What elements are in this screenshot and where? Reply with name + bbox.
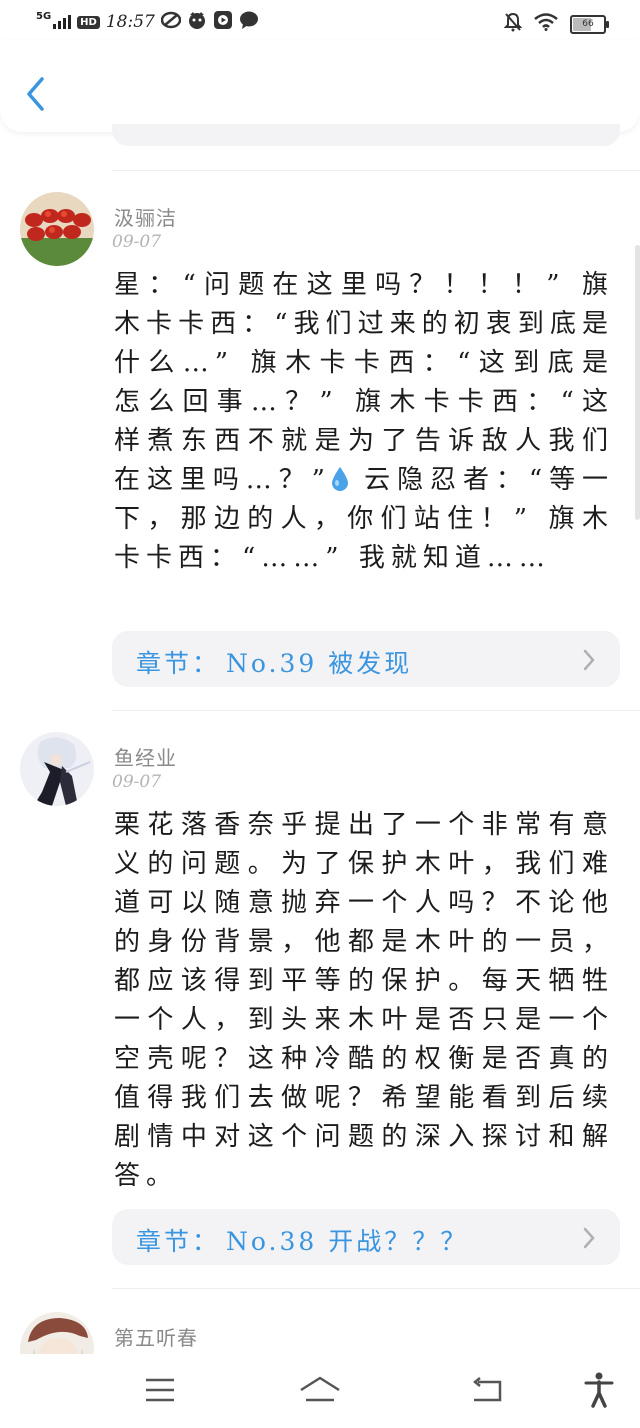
- water-drop-icon: [331, 467, 348, 491]
- home-button[interactable]: [298, 1376, 342, 1410]
- video-notification-icon: [213, 10, 233, 34]
- username[interactable]: 汲骊洁: [114, 202, 177, 231]
- top-bar: [0, 40, 640, 132]
- back-button[interactable]: [22, 74, 48, 114]
- scrollbar[interactable]: [635, 245, 640, 520]
- comment-date: 09-07: [112, 232, 162, 252]
- face-notification-icon: [187, 10, 207, 34]
- wifi-icon: [534, 13, 558, 35]
- chapter-label: 章节： No.39 被发现: [136, 644, 412, 680]
- clock: 18:57: [105, 12, 155, 32]
- back-arrow-icon: [472, 1377, 502, 1402]
- menu-button[interactable]: [144, 1376, 176, 1408]
- system-nav-bar: [0, 1354, 640, 1428]
- accessibility-icon: [584, 1372, 614, 1408]
- chapter-link[interactable]: 章节： No.38 开战？？？: [112, 1209, 620, 1265]
- divider: [112, 710, 640, 711]
- signal-icon: [53, 15, 72, 29]
- status-right: 66: [503, 12, 609, 36]
- message-notification-icon: [239, 10, 259, 34]
- avatar[interactable]: [20, 192, 94, 266]
- comment-text-part: 星：“问题在这里吗？！！！” 旗木卡卡西：“我们过来的初衷到底是什么…” 旗木卡…: [114, 270, 614, 495]
- network-type: 5G: [36, 10, 52, 22]
- chevron-right-icon: [583, 649, 595, 671]
- username[interactable]: 第五听春: [114, 1322, 198, 1351]
- status-left: 5G HD 18:57: [36, 10, 259, 34]
- chevron-right-icon: [583, 1227, 595, 1249]
- chapter-title: No.39 被发现: [226, 649, 413, 678]
- chevron-left-icon: [27, 77, 44, 111]
- battery-level: 66: [582, 18, 594, 29]
- app-notification-icon: [160, 10, 182, 34]
- chapter-label: 章节： No.38 开战？？？: [136, 1222, 468, 1258]
- comment-text: 星：“问题在这里吗？！！！” 旗木卡卡西：“我们过来的初衷到底是什么…” 旗木卡…: [114, 266, 614, 578]
- chapter-prefix: 章节：: [136, 649, 221, 678]
- avatar[interactable]: [20, 732, 94, 806]
- menu-icon: [146, 1378, 174, 1402]
- home-icon: [300, 1376, 340, 1402]
- back-nav-button[interactable]: [470, 1376, 506, 1410]
- chapter-link[interactable]: 章节： No.39 被发现: [112, 631, 620, 687]
- accessibility-button[interactable]: [584, 1372, 614, 1412]
- comment-date: 09-07: [112, 772, 162, 792]
- mute-bell-icon: [503, 12, 523, 36]
- hd-badge: HD: [77, 15, 100, 29]
- chapter-prefix: 章节：: [136, 1227, 221, 1256]
- previous-chapter-card[interactable]: [112, 124, 620, 146]
- divider: [112, 170, 640, 171]
- divider: [112, 1288, 640, 1289]
- comment-text: 栗花落香奈乎提出了一个非常有意义的问题。为了保护木叶，我们难道可以随意抛弃一个人…: [114, 810, 614, 1191]
- username[interactable]: 鱼经业: [114, 742, 177, 771]
- chapter-title: No.38 开战？？？: [226, 1227, 469, 1256]
- battery-icon: 66: [570, 14, 609, 34]
